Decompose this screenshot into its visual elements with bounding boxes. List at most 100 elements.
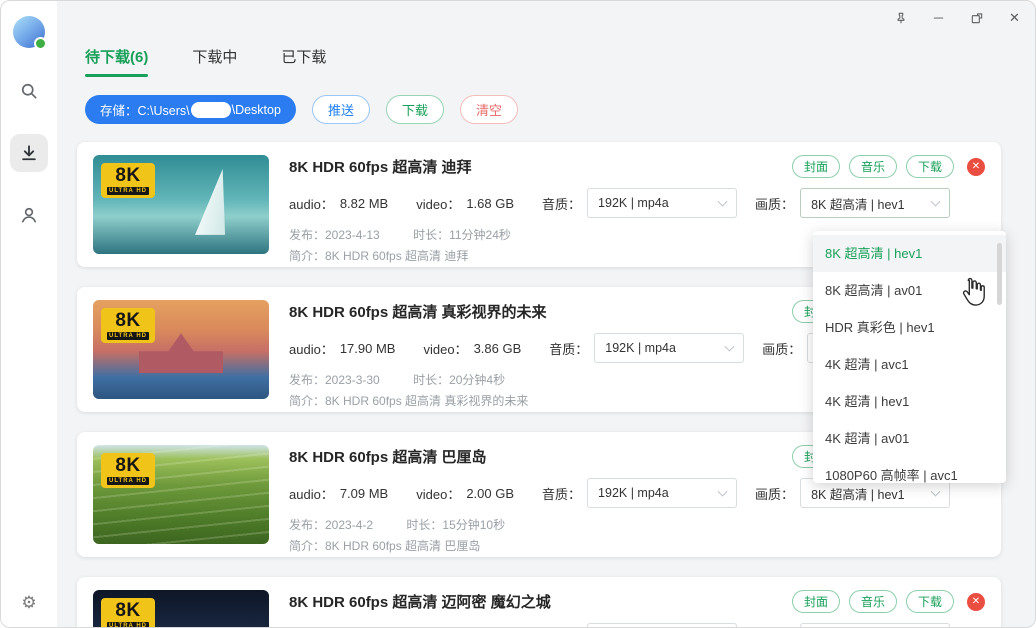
dropdown-scrollbar[interactable]	[997, 243, 1002, 305]
music-tag-button[interactable]: 音乐	[848, 155, 897, 178]
remove-card-button[interactable]: ✕	[967, 157, 985, 176]
video-title: 8K HDR 60fps 超高清 真彩视界的未来	[289, 304, 547, 321]
minimize-icon[interactable]: ─	[926, 5, 951, 30]
video-quality-select[interactable]: 8K 超高清 | hev1	[800, 188, 951, 218]
video-thumbnail[interactable]: 8K ULTRA HD	[93, 300, 269, 399]
toolbar: 存储：C:\Users\ \Desktop 推送 下载 清空	[85, 95, 518, 124]
video-title: 8K HDR 60fps 超高清 迈阿密 魔幻之城	[289, 594, 551, 611]
download-tag-button[interactable]: 下载	[905, 155, 954, 178]
audio-label: audio：	[289, 196, 334, 212]
search-icon[interactable]	[10, 72, 48, 110]
publish-date: 发布：2023-4-13	[289, 228, 380, 242]
push-button[interactable]: 推送	[311, 95, 370, 124]
dropdown-option[interactable]: 4K 超清 | avc1	[813, 346, 1006, 383]
avatar-status-badge	[34, 37, 47, 50]
audio-quality-label: 音质：	[542, 486, 582, 502]
badge-ultra-hd-text: ULTRA HD	[107, 622, 149, 628]
video-size: 3.86 GB	[473, 340, 522, 356]
downloads-nav-icon[interactable]	[10, 134, 48, 172]
video-quality-select[interactable]: 8K 超高清 | hev1	[800, 623, 951, 627]
video-title: 8K HDR 60fps 超高清 迪拜	[289, 159, 472, 176]
video-thumbnail[interactable]: 8K ULTRA HD	[93, 445, 269, 544]
audio-quality-select[interactable]: 192K | mp4a	[594, 333, 745, 363]
video-quality-label: 画质：	[755, 486, 795, 502]
account-icon[interactable]	[10, 196, 48, 234]
chevron-down-icon	[930, 196, 941, 207]
badge-8k-text: 8K	[115, 600, 141, 621]
app-window: ─ ✕ ⚙ 待下载(6) 下载中 已下载 存储：C:\Users\ \Deskt…	[0, 0, 1036, 628]
chevron-down-icon	[717, 486, 728, 497]
chevron-down-icon	[724, 341, 735, 352]
redacted-username	[190, 101, 231, 118]
badge-8k-text: 8K	[115, 455, 141, 476]
pin-icon[interactable]	[888, 5, 913, 30]
close-icon[interactable]: ✕	[1002, 5, 1027, 30]
download-tag-button[interactable]: 下载	[905, 590, 954, 613]
publish-row: 发布：2023-4-2 时长：15分钟10秒	[289, 516, 985, 533]
settings-gear-icon[interactable]: ⚙	[21, 593, 36, 613]
cover-tag-button[interactable]: 封面	[791, 590, 840, 613]
dropdown-option[interactable]: 4K 超清 | av01	[813, 420, 1006, 457]
video-size: 2.00 GB	[466, 485, 515, 501]
video-label: video：	[416, 486, 461, 502]
tab-downloaded[interactable]: 已下载	[281, 46, 326, 77]
video-thumbnail[interactable]: 8K ULTRA HD	[93, 155, 269, 254]
music-tag-button[interactable]: 音乐	[848, 590, 897, 613]
remove-card-button[interactable]: ✕	[967, 592, 985, 611]
audio-size: 7.09 MB	[339, 485, 389, 501]
dropdown-option[interactable]: HDR 真彩色 | hev1	[813, 309, 1006, 346]
tab-downloading[interactable]: 下载中	[192, 46, 237, 77]
badge-8k-text: 8K	[115, 310, 141, 331]
audio-quality-select[interactable]: 192K | mp4a	[587, 623, 738, 627]
storage-path-button[interactable]: 存储：C:\Users\ \Desktop	[85, 95, 296, 124]
publish-date: 发布：2023-3-30	[289, 373, 380, 387]
video-quality-label: 画质：	[755, 196, 795, 212]
video-label: video：	[423, 341, 468, 357]
audio-label: audio：	[289, 341, 334, 357]
storage-path-prefix: 存储：C:\Users\	[100, 104, 190, 118]
badge-ultra-hd-text: ULTRA HD	[107, 477, 149, 485]
card-actions: 封面音乐下载 ✕	[791, 155, 985, 178]
video-size: 1.68 GB	[466, 195, 515, 211]
badge-ultra-hd-text: ULTRA HD	[107, 332, 149, 340]
sidebar: ⚙	[1, 1, 57, 627]
storage-path-suffix: \Desktop	[231, 102, 281, 117]
audio-quality-select[interactable]: 192K | mp4a	[587, 478, 738, 508]
video-title: 8K HDR 60fps 超高清 巴厘岛	[289, 449, 487, 466]
audio-size: 17.90 MB	[339, 340, 396, 356]
card-body: 8K HDR 60fps 超高清 迈阿密 魔幻之城 封面音乐下载✕ audio：…	[289, 590, 985, 627]
video-label: video：	[416, 196, 461, 212]
tab-bar: 待下载(6) 下载中 已下载	[85, 46, 326, 77]
duration-text: 时长：15分钟10秒	[406, 518, 506, 532]
quality-dropdown: 8K 超高清 | hev1 8K 超高清 | av01 HDR 真彩色 | hev1…	[813, 231, 1006, 483]
duration-text: 时长：11分钟24秒	[413, 228, 511, 242]
duration-text: 时长：20分钟4秒	[413, 373, 506, 387]
dropdown-option[interactable]: 1080P60 高帧率 | avc1	[813, 457, 1006, 483]
8k-ultrahd-badge: 8K ULTRA HD	[101, 598, 155, 628]
8k-ultrahd-badge: 8K ULTRA HD	[101, 453, 155, 488]
chevron-down-icon	[717, 196, 728, 207]
video-quality-label: 画质：	[762, 341, 802, 357]
dropdown-option[interactable]: 4K 超清 | hev1	[813, 383, 1006, 420]
cover-tag-button[interactable]: 封面	[791, 155, 840, 178]
dropdown-option[interactable]: 8K 超高清 | hev1	[813, 235, 1006, 272]
tab-pending[interactable]: 待下载(6)	[85, 46, 149, 77]
audio-label: audio：	[289, 486, 334, 502]
maximize-icon[interactable]	[964, 5, 989, 30]
chevron-down-icon	[930, 486, 941, 497]
audio-quality-label: 音质：	[542, 196, 582, 212]
user-avatar[interactable]	[13, 16, 47, 50]
card-actions: 封面音乐下载 ✕	[791, 590, 985, 613]
audio-quality-label: 音质：	[549, 341, 589, 357]
dropdown-option[interactable]: 8K 超高清 | av01	[813, 272, 1006, 309]
audio-quality-select[interactable]: 192K | mp4a	[587, 188, 738, 218]
8k-ultrahd-badge: 8K ULTRA HD	[101, 163, 155, 198]
download-all-button[interactable]: 下载	[385, 95, 444, 124]
audio-size: 8.82 MB	[339, 195, 389, 211]
badge-8k-text: 8K	[115, 165, 141, 186]
publish-date: 发布：2023-4-2	[289, 518, 374, 532]
badge-ultra-hd-text: ULTRA HD	[107, 187, 149, 195]
window-controls: ─ ✕	[888, 5, 1027, 30]
video-thumbnail[interactable]: 8K ULTRA HD	[93, 590, 269, 628]
clear-button[interactable]: 清空	[459, 95, 518, 124]
